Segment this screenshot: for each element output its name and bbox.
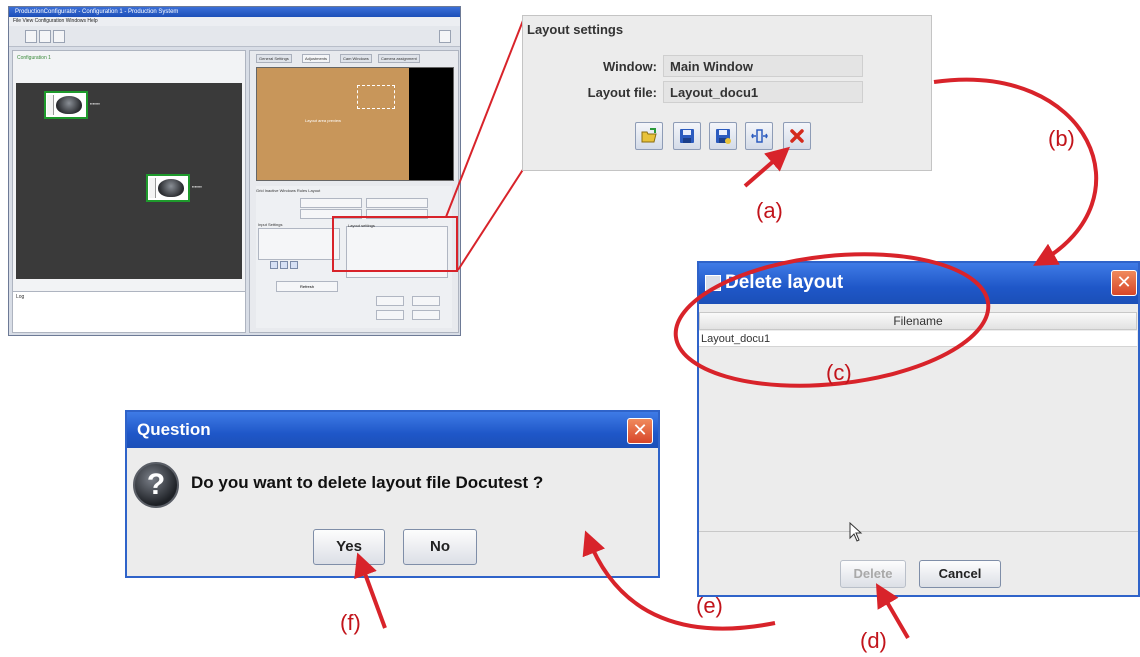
step-label-a: (a) bbox=[756, 198, 783, 223]
overview-log-label: Log bbox=[16, 294, 25, 300]
preview-text: Layout area preview bbox=[305, 118, 342, 123]
lower-tabs[interactable]: Grid Inactive Windows Rules Layout bbox=[256, 188, 320, 193]
filename-column-header[interactable]: Filename bbox=[699, 312, 1137, 330]
question-dialog-close-button[interactable]: ✕ bbox=[627, 418, 653, 444]
input-settings-box bbox=[258, 228, 340, 260]
layout-settings-title: Layout settings bbox=[527, 22, 624, 37]
width-field[interactable] bbox=[412, 296, 440, 306]
toolbar-arrow-icon[interactable] bbox=[39, 30, 51, 43]
delete-layout-button[interactable] bbox=[783, 122, 811, 150]
application-window-overview: ProductionConfigurator - Configuration 1… bbox=[8, 6, 461, 336]
camera-tile-label bbox=[149, 178, 156, 198]
left-field[interactable] bbox=[376, 296, 404, 306]
camera-tile-label bbox=[47, 95, 54, 115]
camera-tile[interactable] bbox=[44, 91, 88, 119]
layout-settings-panel: Layout settings Window: Main Window Layo… bbox=[522, 15, 932, 171]
save-as-icon bbox=[716, 129, 731, 144]
step-label-d: (d) bbox=[860, 628, 887, 653]
callout-line-bottom bbox=[457, 167, 525, 271]
overview-menu-bar[interactable]: File View Configuration Windows Help bbox=[9, 17, 460, 26]
open-layout-button[interactable] bbox=[635, 122, 663, 150]
overview-configuration-label: Configuration 1 bbox=[17, 55, 51, 61]
overview-tab[interactable]: Cam Windows bbox=[340, 54, 372, 63]
window-label: Window: bbox=[602, 59, 657, 74]
mini-button[interactable] bbox=[290, 261, 298, 269]
mini-button[interactable] bbox=[270, 261, 278, 269]
dialog-separator bbox=[699, 531, 1138, 532]
overview-layout-canvas[interactable]: ▪▪▪▪▪▪▪ ▪▪▪▪▪▪▪ bbox=[16, 83, 242, 279]
question-icon: ? bbox=[133, 462, 179, 508]
height-field[interactable] bbox=[412, 310, 440, 320]
overview-tab-active[interactable]: Adjustments bbox=[302, 54, 331, 63]
camera-tag: ▪▪▪▪▪▪▪ bbox=[192, 184, 202, 189]
delete-button[interactable]: Delete bbox=[840, 560, 906, 588]
table-row[interactable]: Layout_docu1 bbox=[699, 331, 1137, 347]
mouse-cursor-icon bbox=[849, 522, 863, 542]
question-dialog-title-bar[interactable]: Question ✕ bbox=[127, 412, 658, 448]
delete-dialog-close-button[interactable]: ✕ bbox=[1111, 270, 1137, 296]
save-layout-as-button[interactable] bbox=[709, 122, 737, 150]
step-label-b: (b) bbox=[1048, 126, 1075, 151]
save-layout-button[interactable] bbox=[673, 122, 701, 150]
overview-tab[interactable]: General Settings bbox=[256, 54, 292, 63]
refresh-mini-button[interactable]: Refresh bbox=[276, 281, 338, 292]
question-message: Do you want to delete layout file Docute… bbox=[191, 473, 544, 492]
step-label-f: (f) bbox=[340, 610, 361, 635]
overview-layout-preview[interactable]: Layout area preview bbox=[256, 67, 454, 181]
step-label-c: (c) bbox=[826, 360, 852, 385]
top-field[interactable] bbox=[376, 310, 404, 320]
overview-layout-pane: Configuration 1 ▪▪▪▪▪▪▪ ▪▪▪▪▪▪▪ bbox=[12, 50, 246, 292]
arrange-layout-button[interactable] bbox=[745, 122, 773, 150]
preview-black-region bbox=[409, 68, 453, 180]
layout-file-field: Layout_docu1 bbox=[663, 81, 863, 103]
toolbar-layout-icon[interactable] bbox=[25, 30, 37, 43]
camera-tile[interactable] bbox=[146, 174, 190, 202]
overview-tab[interactable]: Camera assignment bbox=[378, 54, 420, 63]
toolbar-tool-icon[interactable] bbox=[53, 30, 65, 43]
save-icon bbox=[680, 129, 694, 143]
overview-toolbar bbox=[9, 26, 460, 47]
input-settings-mini-title: Input Settings bbox=[258, 222, 283, 227]
camera-tag: ▪▪▪▪▪▪▪ bbox=[90, 101, 100, 106]
layout-file-label: Layout file: bbox=[587, 85, 657, 100]
preview-selection-box[interactable] bbox=[357, 85, 395, 109]
delete-dialog-title: Delete layout bbox=[725, 272, 844, 293]
window-select[interactable] bbox=[366, 198, 428, 208]
camera-thumbnail bbox=[56, 96, 82, 114]
cancel-button[interactable]: Cancel bbox=[919, 560, 1001, 588]
open-folder-icon bbox=[641, 128, 657, 143]
delete-dialog-title-bar[interactable]: Delete layout ✕ bbox=[699, 263, 1138, 304]
arrange-icon bbox=[751, 129, 768, 143]
mini-button[interactable] bbox=[280, 261, 288, 269]
step-label-e: (e) bbox=[696, 593, 723, 618]
yes-button[interactable]: Yes bbox=[313, 529, 385, 565]
overview-settings-pane: General Settings Adjustments Cam Windows… bbox=[249, 50, 459, 333]
question-dialog-title: Question bbox=[137, 420, 211, 439]
question-dialog: Question ✕ ? Do you want to delete layou… bbox=[125, 410, 660, 578]
window-field: Main Window bbox=[663, 55, 863, 77]
no-button[interactable]: No bbox=[403, 529, 477, 565]
delete-icon bbox=[790, 129, 804, 143]
camera-thumbnail bbox=[158, 179, 184, 197]
toolbar-settings-icon[interactable] bbox=[439, 30, 451, 43]
window-select[interactable] bbox=[300, 198, 362, 208]
overview-log-pane: Log bbox=[12, 291, 246, 333]
overview-title-bar: ProductionConfigurator - Configuration 1… bbox=[9, 7, 460, 17]
filename-table: Filename Layout_docu1 bbox=[699, 312, 1137, 540]
arrow-b bbox=[933, 77, 1099, 266]
highlight-layout-settings bbox=[332, 216, 458, 272]
delete-layout-dialog: Delete layout ✕ Filename Layout_docu1 De… bbox=[697, 261, 1140, 597]
java-app-icon bbox=[705, 275, 721, 291]
